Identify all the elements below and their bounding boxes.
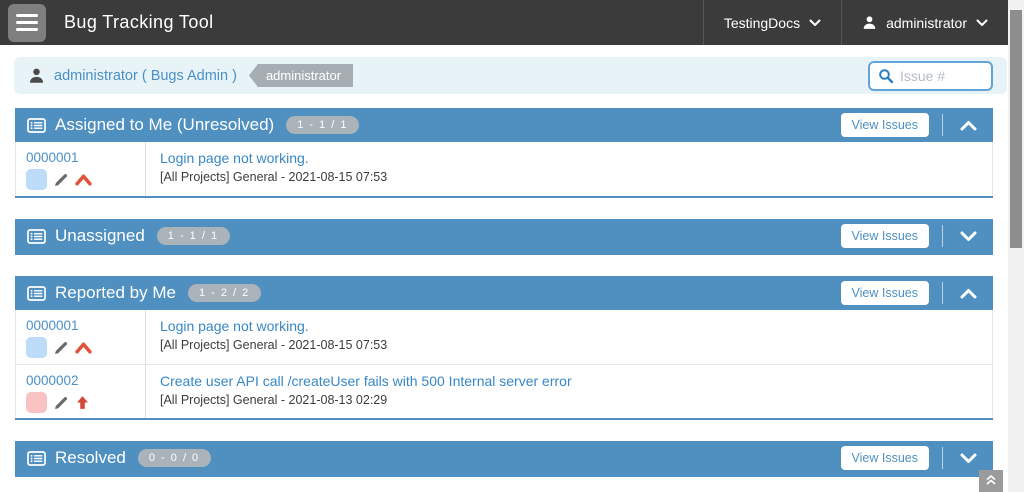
issue-meta: [All Projects] General - 2021-08-15 07:5… — [160, 170, 978, 184]
collapse-panel-button[interactable] — [956, 120, 981, 131]
panel-reported-by-me: Reported by Me 1 - 2 / 2 View Issues 000… — [15, 276, 993, 420]
issue-row: 0000002 Create user API call /createUser… — [16, 364, 992, 418]
status-color-chip — [26, 392, 47, 413]
chevron-up-icon — [960, 288, 977, 299]
count-badge: 1 - 1 / 1 — [286, 116, 359, 134]
chevron-down-icon — [976, 19, 988, 27]
collapse-panel-button[interactable] — [956, 288, 981, 299]
user-menu[interactable]: administrator — [841, 0, 1008, 45]
search-icon — [878, 68, 894, 84]
edit-pencil-icon[interactable] — [53, 395, 69, 411]
person-icon — [862, 15, 877, 30]
list-alt-icon — [27, 118, 46, 133]
chevron-down-icon — [960, 453, 977, 464]
issue-row-left: 0000001 — [16, 142, 146, 196]
chevron-down-icon — [960, 231, 977, 242]
issue-row-main: Login page not working. [All Projects] G… — [146, 142, 992, 196]
divider — [942, 282, 943, 304]
scrollbar-thumb[interactable] — [1010, 10, 1022, 248]
panel-title: Unassigned — [55, 226, 145, 246]
issue-meta: [All Projects] General - 2021-08-13 02:2… — [160, 393, 978, 407]
user-menu-label: administrator — [886, 15, 967, 31]
panel-header: Unassigned 1 - 1 / 1 View Issues — [15, 219, 993, 253]
panel-assigned-to-me: Assigned to Me (Unresolved) 1 - 1 / 1 Vi… — [15, 108, 993, 198]
issue-id-link[interactable]: 0000001 — [26, 150, 135, 165]
view-issues-button[interactable]: View Issues — [841, 224, 929, 248]
list-alt-icon — [27, 451, 46, 466]
panel-body: 0000001 Login page not working. [All Pro… — [15, 142, 993, 196]
panel-body: 0000001 Login page not working. [All Pro… — [15, 310, 993, 418]
navbar-right: TestingDocs administrator — [703, 0, 1008, 45]
user-info-bar: administrator ( Bugs Admin ) administrat… — [14, 57, 1007, 94]
status-color-chip — [26, 337, 47, 358]
panel-header: Assigned to Me (Unresolved) 1 - 1 / 1 Vi… — [15, 108, 993, 142]
panel-unassigned: Unassigned 1 - 1 / 1 View Issues — [15, 219, 993, 255]
view-issues-button[interactable]: View Issues — [841, 446, 929, 470]
issue-meta: [All Projects] General - 2021-08-15 07:5… — [160, 338, 978, 352]
user-role-tag: administrator — [249, 64, 353, 87]
panel-title: Assigned to Me (Unresolved) — [55, 115, 274, 135]
hamburger-menu-icon — [16, 14, 38, 17]
panel-header: Reported by Me 1 - 2 / 2 View Issues — [15, 276, 993, 310]
list-alt-icon — [27, 286, 46, 301]
count-badge: 1 - 2 / 2 — [188, 284, 261, 302]
count-badge: 0 - 0 / 0 — [138, 449, 211, 467]
edit-pencil-icon[interactable] — [53, 340, 69, 356]
issue-row: 0000001 Login page not working. [All Pro… — [16, 142, 992, 196]
panel-title: Reported by Me — [55, 283, 176, 303]
divider — [942, 447, 943, 469]
status-color-chip — [26, 169, 47, 190]
issue-title-link[interactable]: Create user API call /createUser fails w… — [160, 373, 978, 389]
scroll-to-top-button[interactable] — [979, 470, 1003, 492]
priority-high-icon — [75, 173, 92, 186]
issue-title-link[interactable]: Login page not working. — [160, 318, 978, 334]
priority-high-icon — [75, 341, 92, 354]
issue-title-link[interactable]: Login page not working. — [160, 150, 978, 166]
issue-icons — [26, 169, 135, 190]
issue-icons — [26, 337, 135, 358]
priority-urgent-icon — [75, 395, 90, 410]
project-selector-label: TestingDocs — [724, 15, 800, 31]
scrollbar-track[interactable] — [1008, 0, 1024, 492]
issue-row-main: Login page not working. [All Projects] G… — [146, 310, 992, 364]
top-navbar: Bug Tracking Tool TestingDocs administra… — [0, 0, 1008, 45]
app-title: Bug Tracking Tool — [64, 12, 214, 33]
view-issues-button[interactable]: View Issues — [841, 113, 929, 137]
issue-row: 0000001 Login page not working. [All Pro… — [16, 310, 992, 364]
issue-icons — [26, 392, 135, 413]
count-badge: 1 - 1 / 1 — [157, 227, 230, 245]
list-alt-icon — [27, 229, 46, 244]
issue-id-link[interactable]: 0000001 — [26, 318, 135, 333]
issue-id-link[interactable]: 0000002 — [26, 373, 135, 388]
panel-resolved: Resolved 0 - 0 / 0 View Issues — [15, 441, 993, 477]
divider — [942, 114, 943, 136]
view-issues-button[interactable]: View Issues — [841, 281, 929, 305]
issue-row-left: 0000002 — [16, 365, 146, 418]
expand-panel-button[interactable] — [956, 231, 981, 242]
panel-title: Resolved — [55, 448, 126, 468]
issue-row-left: 0000001 — [16, 310, 146, 364]
double-chevron-up-icon — [985, 474, 997, 486]
issue-search-box — [868, 61, 993, 91]
expand-panel-button[interactable] — [956, 453, 981, 464]
issue-row-main: Create user API call /createUser fails w… — [146, 365, 992, 418]
person-icon — [28, 67, 45, 84]
chevron-down-icon — [809, 19, 821, 27]
divider — [942, 225, 943, 247]
hamburger-menu-button[interactable] — [8, 4, 46, 42]
project-selector[interactable]: TestingDocs — [703, 0, 841, 45]
chevron-up-icon — [960, 120, 977, 131]
edit-pencil-icon[interactable] — [53, 172, 69, 188]
current-user-link[interactable]: administrator ( Bugs Admin ) — [54, 68, 237, 84]
search-input[interactable] — [900, 68, 980, 84]
panel-header: Resolved 0 - 0 / 0 View Issues — [15, 441, 993, 475]
